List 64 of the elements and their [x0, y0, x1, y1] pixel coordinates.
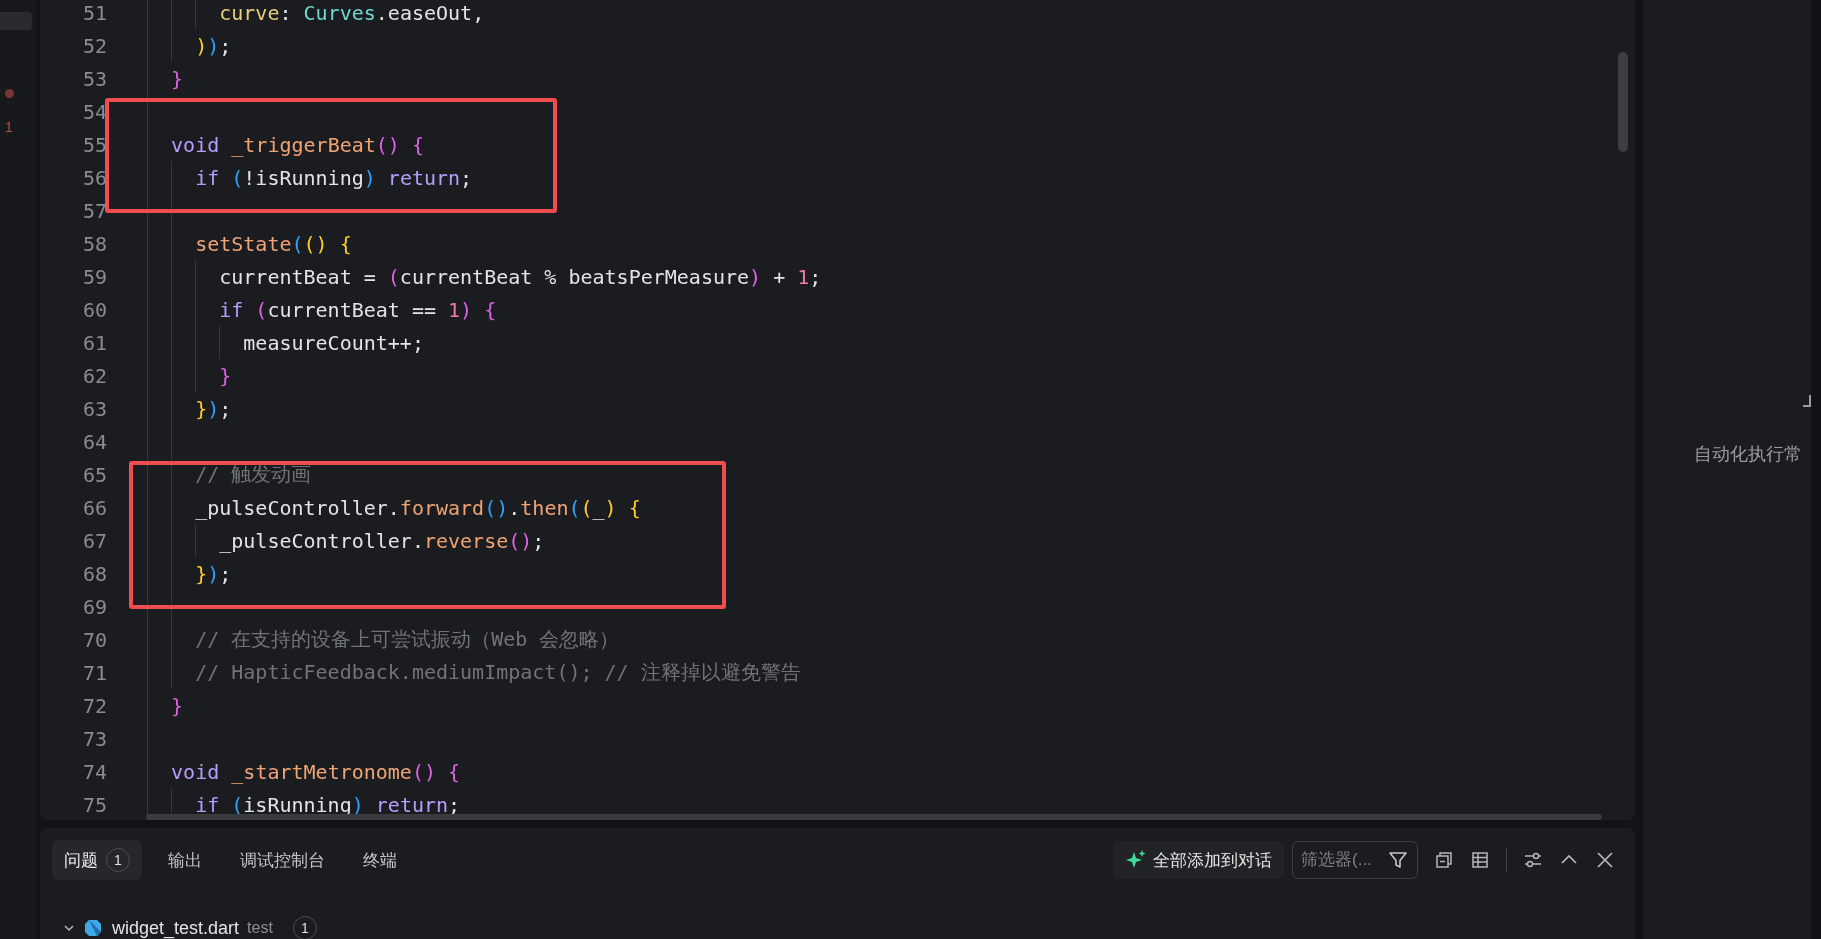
close-icon[interactable]	[1595, 850, 1615, 870]
code-line: setState(() {	[147, 227, 352, 260]
tab[interactable]: 调试控制台	[228, 840, 337, 880]
table-icon[interactable]	[1470, 850, 1490, 870]
code-line: // 在支持的设备上可尝试振动（Web 会忽略）	[147, 623, 620, 656]
line-number: 71	[81, 660, 107, 685]
line-number: 70	[81, 627, 107, 652]
file-name[interactable]: widget_test.dart	[112, 917, 240, 939]
collapse-all-icon[interactable]	[1434, 850, 1454, 870]
code-line: void _startMetronome() {	[147, 755, 461, 788]
code-line: currentBeat = (currentBeat % beatsPerMeasure) + 1;	[147, 260, 822, 293]
line-number: 53	[81, 66, 107, 91]
line-number: 64	[81, 429, 107, 454]
line-number: 63	[81, 396, 107, 421]
line-number: 61	[81, 330, 107, 355]
line-number: 65	[81, 462, 107, 487]
scrollbar[interactable]	[146, 814, 1602, 820]
folder-name: test	[247, 919, 273, 937]
code-line: });	[147, 557, 232, 590]
line-number: 59	[81, 264, 107, 289]
code-line: }	[147, 359, 232, 392]
line-number: 52	[81, 33, 107, 58]
code-line: _pulseController.reverse();	[147, 524, 545, 557]
scrollbar[interactable]	[1618, 52, 1628, 152]
error-count: 1	[5, 118, 13, 136]
code-line: });	[147, 392, 232, 425]
line-number: 56	[81, 165, 107, 190]
settings-icon[interactable]	[1523, 850, 1543, 870]
line-number: 73	[81, 726, 107, 751]
code-line: ));	[147, 29, 232, 62]
line-number: 55	[81, 132, 107, 157]
tab[interactable]: 问题 1	[52, 840, 142, 880]
dart-file-icon	[84, 919, 102, 937]
filter-icon[interactable]	[1388, 850, 1408, 870]
code-line: void _triggerBeat() {	[147, 128, 424, 161]
line-number: 67	[81, 528, 107, 553]
line-number: 60	[81, 297, 107, 322]
code-line: if (currentBeat == 1) {	[147, 293, 497, 326]
line-number: 75	[81, 792, 107, 817]
code-line: measureCount++;	[147, 326, 424, 359]
line-number: 68	[81, 561, 107, 586]
code-line: _pulseController.forward().then((_) {	[147, 491, 641, 524]
tab[interactable]: 输出	[156, 840, 214, 880]
line-number: 51	[81, 0, 107, 25]
code-line: // HapticFeedback.mediumImpact(); // 注释掉以避免警告	[147, 656, 801, 689]
line-number: 57	[81, 198, 107, 223]
line-number: 66	[81, 495, 107, 520]
filter-field[interactable]: 筛选器(...	[1292, 841, 1418, 879]
line-number: 72	[81, 693, 107, 718]
tab[interactable]: 终端	[351, 840, 409, 880]
line-number: 69	[81, 594, 107, 619]
code-line: curve: Curves.easeOut,	[147, 0, 485, 29]
line-number: 58	[81, 231, 107, 256]
line-number: 54	[81, 99, 107, 124]
panel-icon	[1803, 395, 1811, 407]
code-line: }	[147, 689, 184, 722]
panel-text: 自动化执行常	[1694, 443, 1802, 466]
code-line: // 触发动画	[147, 458, 312, 491]
code-line: if (!isRunning) return;	[147, 161, 473, 194]
status-dot	[5, 89, 14, 98]
code-line: }	[147, 62, 184, 95]
line-number: 74	[81, 759, 107, 784]
line-number: 62	[81, 363, 107, 388]
add-to-chat-button[interactable]: 全部添加到对话	[1113, 841, 1284, 879]
